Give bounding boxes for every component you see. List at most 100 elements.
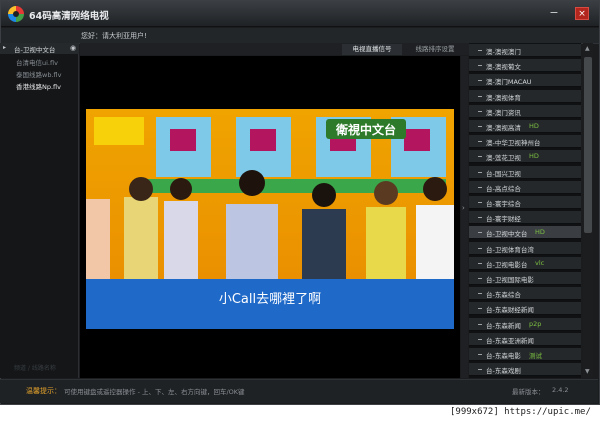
list-bullet-icon bbox=[478, 308, 482, 310]
source-item-active[interactable]: 香港线路Np.flv bbox=[16, 81, 61, 91]
title-bar[interactable]: 64码高清网络电视 − × bbox=[1, 1, 599, 27]
list-bullet-icon bbox=[478, 217, 482, 219]
channel-item[interactable]: 台-东森电影 测试 bbox=[469, 348, 581, 361]
app-title: 64码高清网络电视 bbox=[29, 11, 109, 22]
minimize-button[interactable]: − bbox=[547, 7, 561, 20]
tab-bar: 电视直播信号 线路排序设置 bbox=[80, 43, 469, 55]
channel-name: 台-东森综合 bbox=[486, 291, 521, 300]
channel-group-header[interactable]: ▸ 台-卫视中文台 ◉ bbox=[0, 43, 79, 54]
channel-name: 台-卫视国际电影 bbox=[486, 276, 534, 284]
scroll-up-icon[interactable]: ▲ bbox=[585, 45, 590, 52]
list-bullet-icon bbox=[478, 141, 482, 143]
channel-logo: 衛視中文台 bbox=[335, 122, 396, 137]
channel-quality-tag: p2p bbox=[529, 319, 542, 328]
source-item[interactable]: 台清电信ui.flv bbox=[16, 57, 58, 67]
tip-text: 可使用键盘或遥控器操作 - 上、下、左、右方向键，回车/OK键 bbox=[64, 388, 245, 396]
channel-item[interactable]: 台-国兴卫视 bbox=[469, 165, 581, 179]
channel-list: 澳-澳视澳门澳-澳视葡文澳-澳门MACAU 澳-澳视体育 澳-澳门资讯 澳-澳视高清 H… bbox=[469, 43, 581, 378]
list-bullet-icon bbox=[478, 262, 482, 264]
version-value: 2.4.2 bbox=[552, 386, 569, 394]
panel-collapse-handle[interactable]: › bbox=[461, 56, 468, 378]
channel-name: 台-寰宇综合 bbox=[486, 200, 521, 208]
channel-name: 澳-澳门资讯 bbox=[486, 108, 521, 117]
channel-item[interactable]: 台-卫视国际电影 bbox=[469, 272, 581, 285]
list-bullet-icon bbox=[478, 338, 482, 340]
list-bullet-icon bbox=[478, 293, 482, 295]
tab-route-sort[interactable]: 线路排序设置 bbox=[405, 44, 465, 55]
channel-item[interactable]: 澳-澳门MACAU bbox=[469, 74, 581, 88]
channel-quality-tag: HD bbox=[535, 228, 545, 237]
channel-name: 澳-澳门MACAU bbox=[486, 78, 532, 87]
channel-name: 台-东森亚洲新闻 bbox=[486, 336, 534, 345]
channel-item-active[interactable]: 台-卫视中文台 HD bbox=[469, 226, 581, 240]
channel-item[interactable]: 台-东森戏剧 bbox=[469, 363, 581, 377]
channel-item[interactable]: 澳-莲花卫视 HD bbox=[469, 150, 581, 164]
channel-name: 台-卫视体育台湾 bbox=[486, 245, 534, 254]
channel-name: 台-寰宇财经 bbox=[486, 215, 521, 224]
channel-item[interactable]: 澳-澳视葡文 bbox=[469, 59, 581, 73]
video-subtitle: 小Call去哪裡了啊 bbox=[219, 292, 321, 307]
channel-item[interactable]: 台-寰宇综合 bbox=[469, 196, 581, 209]
channel-item[interactable]: 台-东森财经新闻 bbox=[469, 302, 581, 316]
channel-name: 澳-澳视体育 bbox=[486, 93, 521, 102]
channel-name: 台-高点综合 bbox=[486, 184, 521, 193]
channel-item[interactable]: 台-东森新闻 p2p bbox=[469, 317, 581, 331]
list-bullet-icon bbox=[478, 50, 482, 51]
channel-item[interactable]: 台-东森亚洲新闻 bbox=[469, 332, 581, 346]
video-scene: 衛視中文台 小Call去哪裡了啊 bbox=[86, 109, 454, 329]
channel-item[interactable]: 澳-澳视高清 HD bbox=[469, 120, 581, 133]
scrollbar-thumb[interactable] bbox=[584, 57, 592, 233]
channel-name: 台-东森财经新闻 bbox=[486, 306, 534, 315]
source-list-panel: ▸ 台-卫视中文台 ◉ 台清电信ui.flv 泰国线路wb.flv 香港线路Np… bbox=[0, 43, 79, 378]
list-bullet-icon bbox=[478, 247, 482, 249]
expand-arrow-icon[interactable]: ▸ bbox=[3, 44, 6, 51]
left-panel-footer: 频道 / 线路名称 bbox=[14, 365, 56, 372]
channel-quality-tag: 测试 bbox=[529, 352, 542, 360]
list-bullet-icon bbox=[478, 186, 482, 188]
channel-name: 澳-澳视葡文 bbox=[486, 63, 521, 72]
channel-name: 台-国兴卫视 bbox=[486, 169, 521, 178]
channel-quality-tag: vlc bbox=[535, 258, 545, 267]
channel-name: 澳-澳视高清 bbox=[486, 124, 521, 132]
channel-name: 台-东森电影 bbox=[486, 352, 521, 360]
list-bullet-icon bbox=[478, 369, 482, 371]
channel-name: 澳-中华卫视神州台 bbox=[486, 139, 541, 148]
source-item[interactable]: 泰国线路wb.flv bbox=[16, 69, 61, 79]
video-frame[interactable]: 衛視中文台 小Call去哪裡了啊 bbox=[86, 109, 454, 329]
list-bullet-icon bbox=[478, 95, 482, 97]
greeting-bar: 您好：请大利亚用户! bbox=[1, 28, 599, 44]
channel-item[interactable]: 台-卫视体育台湾 bbox=[469, 241, 581, 255]
channel-quality-tag: HD bbox=[529, 122, 539, 130]
channel-item[interactable]: 台-卫视电影台 vlc bbox=[469, 256, 581, 270]
channel-item[interactable]: 台-寰宇财经 bbox=[469, 211, 581, 225]
channel-list-scrollbar[interactable]: ▲ ▼ bbox=[583, 43, 593, 378]
version-label: 最新版本： bbox=[512, 388, 545, 396]
channel-name: 台-卫视电影台 bbox=[486, 260, 528, 269]
watermark: [999x672] https://upic.me/ bbox=[450, 407, 591, 417]
list-bullet-icon bbox=[478, 110, 482, 112]
chevron-right-icon: › bbox=[462, 204, 465, 212]
status-bar: 温馨提示： 可使用键盘或遥控器操作 - 上、下、左、右方向键，回车/OK键 最新… bbox=[0, 379, 598, 403]
tab-live-signal[interactable]: 电视直播信号 bbox=[342, 44, 402, 55]
channel-item[interactable]: 澳-澳视体育 bbox=[469, 89, 581, 103]
list-bullet-icon bbox=[478, 323, 482, 325]
list-bullet-icon bbox=[478, 278, 482, 279]
channel-item[interactable]: 台-高点综合 bbox=[469, 180, 581, 194]
channel-item[interactable]: 澳-澳门资讯 bbox=[469, 104, 581, 118]
scroll-down-icon[interactable]: ▼ bbox=[585, 368, 590, 375]
greeting-text: 您好：请大利亚用户! bbox=[81, 32, 147, 40]
channel-name: 台-卫视中文台 bbox=[486, 230, 528, 239]
list-bullet-icon bbox=[478, 65, 482, 67]
eye-icon[interactable]: ◉ bbox=[70, 44, 76, 52]
channel-item[interactable]: 台-东森综合 bbox=[469, 287, 581, 301]
list-bullet-icon bbox=[478, 202, 482, 203]
tip-label: 温馨提示： bbox=[26, 387, 61, 395]
channel-name: 台-东森新闻 bbox=[486, 321, 521, 330]
close-button[interactable]: × bbox=[575, 7, 589, 20]
channel-name: 澳-莲花卫视 bbox=[486, 154, 521, 163]
list-bullet-icon bbox=[478, 354, 482, 355]
channel-item[interactable]: 澳-澳视澳门 bbox=[469, 44, 581, 57]
channel-item[interactable]: 澳-中华卫视神州台 bbox=[469, 135, 581, 149]
list-bullet-icon bbox=[478, 171, 482, 173]
channel-group-label: 台-卫视中文台 bbox=[14, 46, 56, 54]
